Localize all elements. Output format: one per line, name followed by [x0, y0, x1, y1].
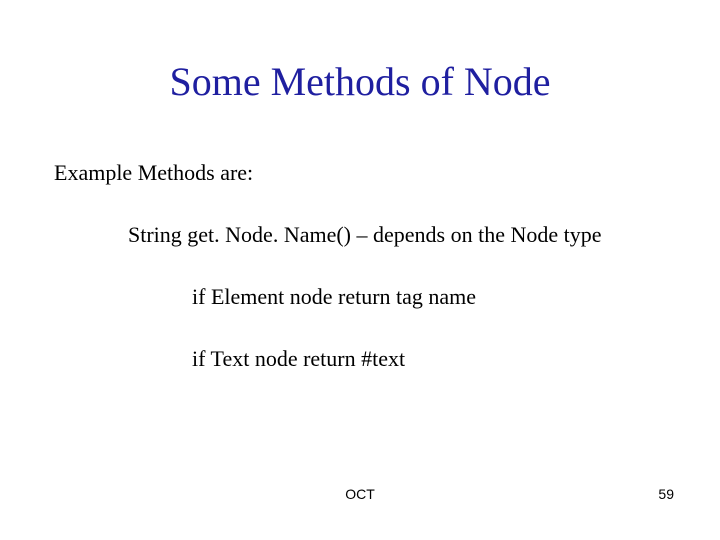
- slide-title: Some Methods of Node: [0, 58, 720, 105]
- slide: Some Methods of Node Example Methods are…: [0, 0, 720, 540]
- body-intro: Example Methods are:: [54, 160, 253, 186]
- body-method-1-sub-1: if Element node return tag name: [192, 284, 476, 310]
- body-method-1-sub-2: if Text node return #text: [192, 346, 405, 372]
- body-method-1: String get. Node. Name() – depends on th…: [128, 222, 602, 248]
- footer-center: OCT: [0, 486, 720, 502]
- footer-page-number: 59: [658, 486, 674, 502]
